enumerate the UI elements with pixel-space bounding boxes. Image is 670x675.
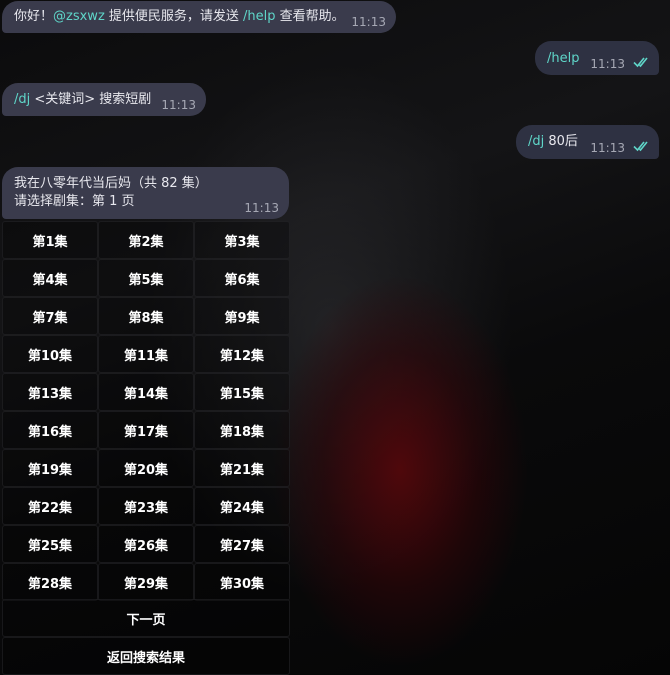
episode-keyboard: 第1集 第2集 第3集 第4集 第5集 第6集 第7集 第8集 第9集 第10集 第11集 第12集第…: [2, 221, 290, 601]
episode-button[interactable]: 第28集: [2, 563, 98, 601]
episode-button[interactable]: 第10集: [2, 335, 98, 373]
episode-button[interactable]: 第25集: [2, 525, 98, 563]
episode-button[interactable]: 第26集: [98, 525, 194, 563]
episode-button[interactable]: 第17集: [98, 411, 194, 449]
episode-button[interactable]: 第6集: [194, 259, 290, 297]
episode-button[interactable]: 第27集: [194, 525, 290, 563]
mention-link[interactable]: @zsxwz: [53, 9, 105, 24]
episode-button[interactable]: 第18集: [194, 411, 290, 449]
help-command-link[interactable]: /help: [243, 9, 275, 24]
episode-button[interactable]: 第2集: [98, 221, 194, 259]
usage-text: <关键词> 搜索短剧: [30, 92, 152, 107]
episode-button[interactable]: 第12集: [194, 335, 290, 373]
welcome-text: 提供便民服务，请发送: [104, 9, 244, 24]
message-time: 11:13: [161, 98, 196, 112]
dj-command-link[interactable]: /dj: [528, 134, 544, 149]
episode-button[interactable]: 第30集: [194, 563, 290, 601]
search-query-text: 80后: [544, 134, 578, 149]
episode-button[interactable]: 第3集: [194, 221, 290, 259]
message-time: 11:13: [244, 201, 279, 215]
episode-button[interactable]: 第9集: [194, 297, 290, 335]
bot-welcome-message: 你好！@zsxwz 提供便民服务，请发送 /help 查看帮助。 11:13: [2, 1, 396, 33]
message-time: 11:13: [351, 15, 386, 29]
episode-button[interactable]: 第22集: [2, 487, 98, 525]
episode-button[interactable]: 第20集: [98, 449, 194, 487]
episode-button[interactable]: 第7集: [2, 297, 98, 335]
double-check-icon: [633, 56, 651, 74]
episode-button[interactable]: 第1集: [2, 221, 98, 259]
episode-button[interactable]: 第24集: [194, 487, 290, 525]
episode-button[interactable]: 第5集: [98, 259, 194, 297]
back-to-results-button[interactable]: 返回搜索结果: [2, 637, 290, 675]
page-prompt-text: 请选择剧集：第 1 页: [14, 194, 135, 209]
episode-button[interactable]: 第23集: [98, 487, 194, 525]
episode-button[interactable]: 第21集: [194, 449, 290, 487]
next-page-button[interactable]: 下一页: [2, 599, 290, 637]
message-time: 11:13: [590, 141, 625, 155]
episode-button[interactable]: 第11集: [98, 335, 194, 373]
episode-button[interactable]: 第13集: [2, 373, 98, 411]
greeting-text: 你好！: [14, 9, 54, 24]
episode-button[interactable]: 第15集: [194, 373, 290, 411]
help-command-link[interactable]: /help: [547, 51, 579, 66]
episode-button[interactable]: 第29集: [98, 563, 194, 601]
episode-button[interactable]: 第19集: [2, 449, 98, 487]
bot-result-message: 我在八零年代当后妈（共 82 集） 请选择剧集：第 1 页 11:13: [2, 167, 289, 219]
user-search-message: /dj 80后 11:13: [516, 125, 659, 159]
episode-button[interactable]: 第14集: [98, 373, 194, 411]
user-help-message: /help 11:13: [535, 41, 659, 75]
episode-button[interactable]: 第16集: [2, 411, 98, 449]
episode-button[interactable]: 第8集: [98, 297, 194, 335]
double-check-icon: [633, 140, 651, 158]
welcome-text-end: 查看帮助。: [275, 9, 345, 24]
dj-command-link[interactable]: /dj: [14, 92, 30, 107]
bot-usage-message: /dj <关键词> 搜索短剧 11:13: [2, 83, 206, 116]
drama-title-text: 我在八零年代当后妈（共 82 集）: [14, 176, 208, 191]
episode-button[interactable]: 第4集: [2, 259, 98, 297]
message-time: 11:13: [590, 57, 625, 71]
